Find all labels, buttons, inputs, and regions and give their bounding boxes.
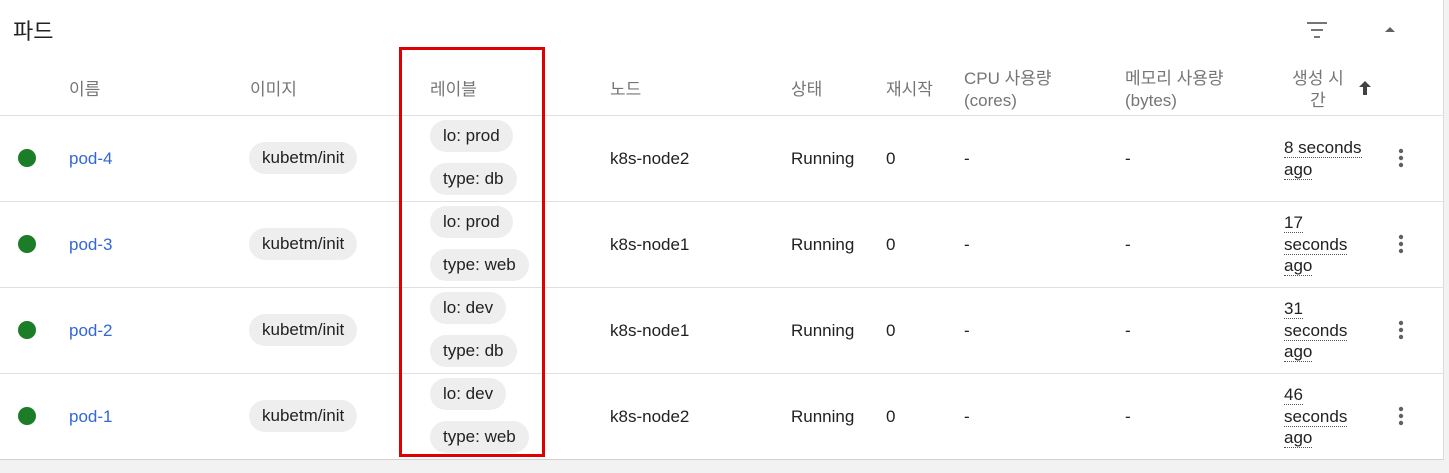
column-header-memory-line2: (bytes) bbox=[1125, 91, 1177, 110]
image-chip: kubetm/init bbox=[249, 228, 358, 260]
row-divider bbox=[0, 373, 1444, 374]
status-running-icon bbox=[18, 235, 36, 253]
more-vert-icon[interactable] bbox=[1392, 232, 1410, 256]
age-line: 46 bbox=[1284, 385, 1303, 405]
age-line: ago bbox=[1284, 256, 1313, 276]
column-header-restarts[interactable]: 재시작 bbox=[886, 79, 933, 101]
column-header-name[interactable]: 이름 bbox=[69, 79, 100, 101]
restarts-cell: 0 bbox=[886, 407, 896, 426]
age-line: seconds bbox=[1284, 234, 1348, 255]
column-header-created-line1: 생성 시 bbox=[1292, 69, 1344, 88]
memory-cell: - bbox=[1125, 321, 1131, 340]
column-header-node[interactable]: 노드 bbox=[610, 79, 641, 101]
cpu-cell: - bbox=[964, 321, 970, 340]
cpu-cell: - bbox=[964, 407, 970, 426]
age-line: ago bbox=[1284, 342, 1313, 362]
column-header-labels[interactable]: 레이블 bbox=[430, 79, 477, 101]
cpu-cell: - bbox=[964, 235, 970, 254]
label-chip: lo: dev bbox=[430, 292, 507, 324]
label-chip: type: db bbox=[430, 163, 517, 195]
age-cell: 8 seconds ago bbox=[1284, 137, 1370, 180]
arrow-up-icon[interactable] bbox=[1356, 79, 1374, 97]
status-running-icon bbox=[18, 149, 36, 167]
column-header-memory-line1: 메모리 사용량 bbox=[1125, 69, 1224, 88]
restarts-cell: 0 bbox=[886, 149, 896, 168]
age-cell: 17 seconds ago bbox=[1284, 212, 1370, 277]
column-header-cpu-line2: (cores) bbox=[964, 91, 1017, 110]
image-chip: kubetm/init bbox=[249, 142, 358, 174]
restarts-cell: 0 bbox=[886, 235, 896, 254]
memory-cell: - bbox=[1125, 407, 1131, 426]
age-cell: 31 seconds ago bbox=[1284, 298, 1370, 363]
chevron-up-icon[interactable] bbox=[1382, 22, 1398, 34]
label-chip: lo: prod bbox=[430, 120, 513, 152]
status-cell: Running bbox=[791, 321, 855, 340]
restarts-cell: 0 bbox=[886, 321, 896, 340]
age-line: 17 bbox=[1284, 213, 1303, 233]
image-chip: kubetm/init bbox=[249, 400, 358, 432]
age-line: 8 seconds bbox=[1284, 138, 1362, 158]
pod-name-link[interactable]: pod-2 bbox=[69, 321, 112, 341]
memory-cell: - bbox=[1125, 149, 1131, 168]
more-vert-icon[interactable] bbox=[1392, 318, 1410, 342]
row-divider bbox=[0, 287, 1444, 288]
status-cell: Running bbox=[791, 149, 855, 168]
more-vert-icon[interactable] bbox=[1392, 146, 1410, 170]
page-title: 파드 bbox=[13, 19, 54, 44]
pods-card: 파드 이름 이미지 레이블 노드 상태 재시작 CPU 사용량 (cores) … bbox=[0, 0, 1444, 460]
age-line: ago bbox=[1284, 428, 1313, 448]
cpu-cell: - bbox=[964, 149, 970, 168]
status-cell: Running bbox=[791, 407, 855, 426]
node-cell: k8s-node1 bbox=[610, 235, 690, 254]
column-header-memory[interactable]: 메모리 사용량 (bytes) bbox=[1125, 68, 1224, 112]
label-chip: type: web bbox=[430, 421, 529, 453]
node-cell: k8s-node2 bbox=[610, 149, 690, 168]
row-divider bbox=[0, 201, 1444, 202]
memory-cell: - bbox=[1125, 235, 1131, 254]
filter-icon[interactable] bbox=[1304, 19, 1330, 41]
column-header-status[interactable]: 상태 bbox=[791, 79, 822, 101]
age-cell: 46 seconds ago bbox=[1284, 384, 1370, 449]
status-running-icon bbox=[18, 321, 36, 339]
column-header-image[interactable]: 이미지 bbox=[250, 79, 297, 101]
pod-name-link[interactable]: pod-1 bbox=[69, 407, 112, 427]
label-chip: lo: prod bbox=[430, 206, 513, 238]
column-header-cpu[interactable]: CPU 사용량 (cores) bbox=[964, 68, 1052, 112]
label-chip: lo: dev bbox=[430, 378, 507, 410]
status-running-icon bbox=[18, 407, 36, 425]
label-chip: type: web bbox=[430, 249, 529, 281]
label-chip: type: db bbox=[430, 335, 517, 367]
more-vert-icon[interactable] bbox=[1392, 404, 1410, 428]
status-cell: Running bbox=[791, 235, 855, 254]
column-header-cpu-line1: CPU 사용량 bbox=[964, 69, 1052, 88]
age-line: 31 bbox=[1284, 299, 1303, 319]
age-line: ago bbox=[1284, 159, 1313, 180]
row-divider bbox=[0, 115, 1444, 116]
age-line: seconds bbox=[1284, 320, 1348, 341]
pod-name-link[interactable]: pod-3 bbox=[69, 235, 112, 255]
pod-name-link[interactable]: pod-4 bbox=[69, 149, 112, 169]
image-chip: kubetm/init bbox=[249, 314, 358, 346]
node-cell: k8s-node2 bbox=[610, 407, 690, 426]
node-cell: k8s-node1 bbox=[610, 321, 690, 340]
age-line: seconds bbox=[1284, 406, 1348, 427]
column-header-created-line2: 간 bbox=[1310, 91, 1326, 110]
column-header-created[interactable]: 생성 시 간 bbox=[1284, 68, 1352, 112]
